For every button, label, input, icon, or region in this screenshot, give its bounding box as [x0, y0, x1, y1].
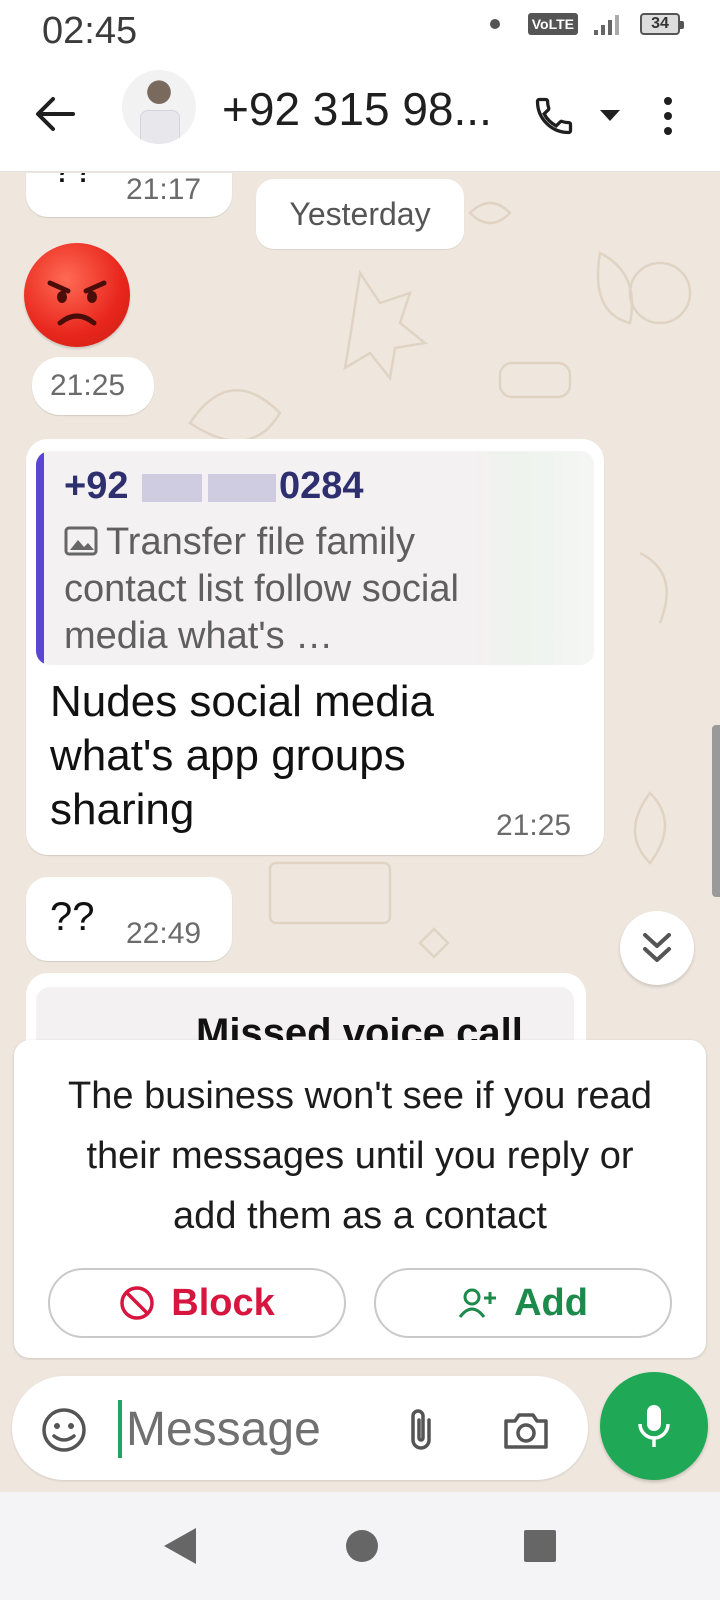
- voice-message-button[interactable]: [600, 1372, 708, 1480]
- more-options-button[interactable]: [646, 86, 690, 146]
- quoted-sender-prefix: +92: [64, 465, 129, 507]
- back-button[interactable]: [28, 86, 80, 142]
- square-recents-icon: [524, 1530, 556, 1562]
- sticker-icon: [42, 1408, 86, 1452]
- nav-back-button[interactable]: [156, 1522, 204, 1570]
- missed-call-bubble[interactable]: Missed voice call: [26, 973, 586, 1045]
- message-bubble[interactable]: ?? 21:17: [26, 173, 232, 217]
- message-text: Nudes social media what's app groups sha…: [50, 677, 434, 834]
- volte-icon: VoLTE: [527, 13, 578, 35]
- call-options-dropdown[interactable]: [592, 96, 628, 136]
- business-notice-card: The business won't see if you read their…: [14, 1040, 706, 1358]
- message-text: ??: [52, 173, 94, 192]
- redacted-digits: [208, 473, 277, 502]
- signal-icon: [594, 15, 619, 35]
- add-label: Add: [514, 1281, 588, 1324]
- emoji-button[interactable]: [38, 1404, 90, 1456]
- notice-text: The business won't see if you read their…: [68, 1075, 652, 1237]
- add-contact-button[interactable]: Add: [374, 1268, 672, 1338]
- angry-face-features: [47, 280, 107, 326]
- notification-dot-icon: [489, 19, 500, 29]
- phone-icon: [535, 97, 573, 135]
- image-icon: [64, 526, 98, 556]
- voice-call-button[interactable]: [526, 88, 582, 144]
- whatsapp-chat-screen: 02:45 VoLTE 34 +92 315 98... 21:17 Yeste…: [0, 0, 720, 1600]
- add-person-icon: [458, 1288, 497, 1318]
- status-time: 02:45: [42, 10, 138, 52]
- camera-icon: [504, 1413, 548, 1449]
- message-composer: [0, 1360, 720, 1492]
- attach-button[interactable]: [396, 1402, 448, 1458]
- redacted-digits: [142, 473, 203, 502]
- circle-home-icon: [346, 1530, 378, 1562]
- double-chevron-down-icon: [643, 933, 671, 962]
- block-icon: [120, 1286, 154, 1320]
- quoted-text: Transfer file family contact list follow…: [64, 521, 459, 657]
- message-time: 21:25: [496, 809, 572, 842]
- system-navigation-bar: [0, 1492, 720, 1600]
- battery-icon: 34: [640, 13, 684, 35]
- more-vertical-icon: [664, 97, 672, 135]
- scroll-to-bottom-button[interactable]: [620, 911, 694, 985]
- quoted-sender: +92 0284: [64, 465, 364, 508]
- microphone-icon: [638, 1405, 670, 1447]
- block-button[interactable]: Block: [48, 1268, 346, 1338]
- message-list[interactable]: ?? 21:17 Yesterday 21:25 +92 0284: [0, 173, 720, 1045]
- status-bar: 02:45 VoLTE 34: [0, 0, 720, 60]
- emoji-time-chip: 21:25: [32, 357, 154, 415]
- message-time: 21:25: [50, 369, 126, 402]
- message-text: ??: [50, 895, 95, 939]
- triangle-back-icon: [164, 1528, 196, 1564]
- nav-home-button[interactable]: [338, 1522, 386, 1570]
- camera-button[interactable]: [496, 1402, 556, 1458]
- message-input-container: [12, 1376, 588, 1480]
- message-input[interactable]: [126, 1396, 396, 1462]
- quoted-message[interactable]: +92 0284 Transfer file family contact li…: [36, 451, 594, 665]
- quoted-sender-suffix: 0284: [279, 465, 364, 507]
- block-label: Block: [171, 1281, 275, 1324]
- message-bubble[interactable]: ?? 22:49: [26, 877, 232, 961]
- paperclip-icon: [411, 1409, 431, 1450]
- caret-down-icon: [600, 110, 620, 121]
- missed-call-card: Missed voice call: [36, 987, 574, 1045]
- scrollbar[interactable]: [712, 725, 720, 897]
- angry-face-icon: [24, 243, 130, 347]
- date-separator: Yesterday: [256, 179, 464, 249]
- message-time: 22:49: [126, 917, 202, 950]
- quoted-image-thumbnail: [474, 451, 594, 665]
- quoted-text-block: Transfer file family contact list follow…: [64, 519, 484, 660]
- text-cursor: [118, 1400, 122, 1458]
- message-time: 21:17: [126, 173, 202, 206]
- quote-accent-bar: [36, 451, 44, 665]
- status-icons: VoLTE 34: [489, 12, 684, 36]
- arrow-left-icon: [36, 97, 75, 131]
- contact-name[interactable]: +92 315 98...: [222, 82, 512, 136]
- chat-header: +92 315 98...: [0, 60, 720, 172]
- nav-recents-button[interactable]: [516, 1522, 564, 1570]
- avatar[interactable]: [122, 70, 196, 144]
